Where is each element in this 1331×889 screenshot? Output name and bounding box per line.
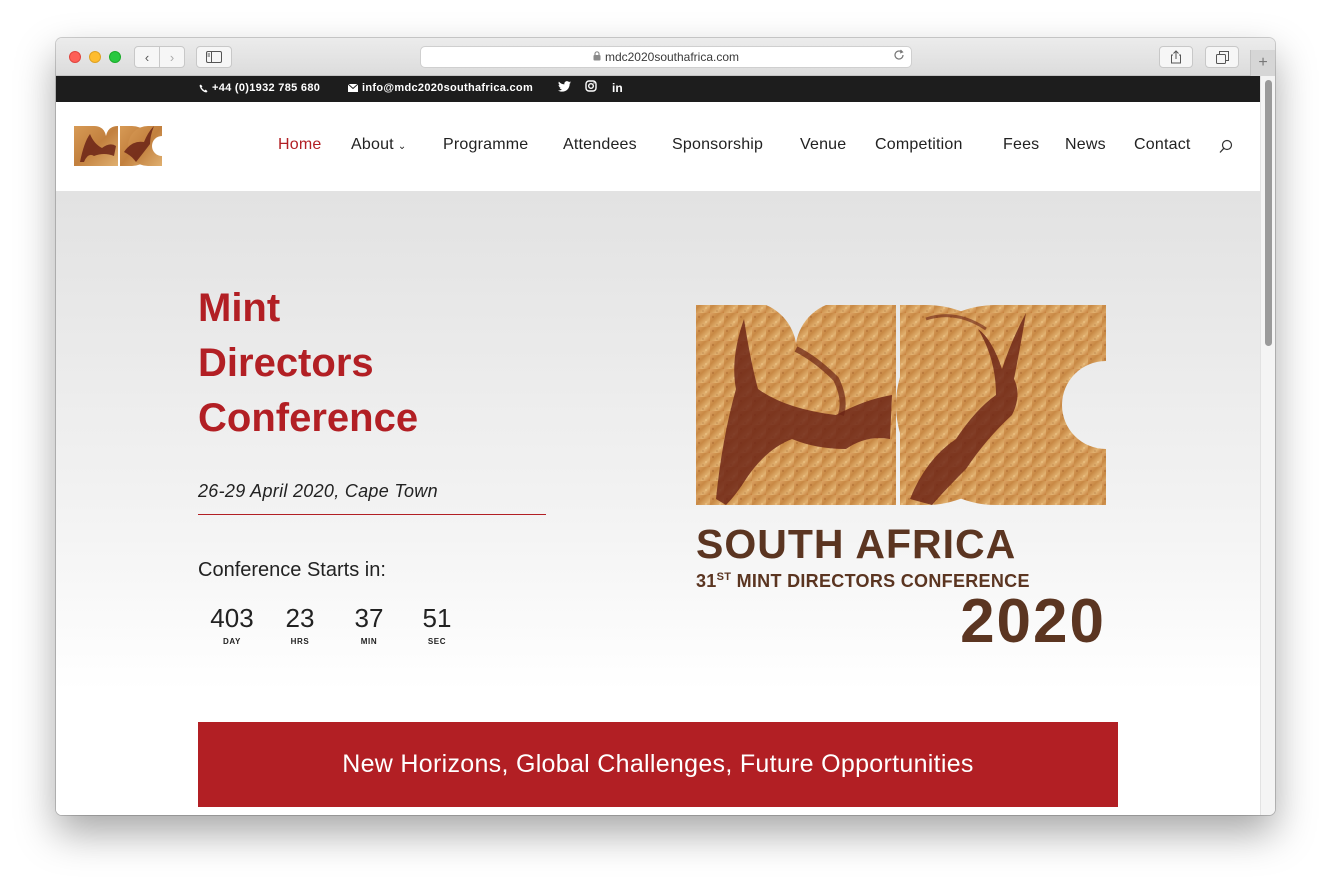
envelope-icon [348,84,358,92]
brand-year: 2020 [960,587,1106,656]
browser-window: ‹ › mdc2020southafrica.com + +44 (0)1932… [56,38,1275,815]
close-window-button[interactable] [69,51,81,63]
phone-number: +44 (0)1932 785 680 [212,82,321,94]
instagram-link[interactable] [585,80,597,95]
nav-home-label: Home [278,136,322,153]
address-text: mdc2020southafrica.com [604,50,740,64]
chevron-left-icon: ‹ [144,49,150,65]
countdown-minutes: 37 MIN [335,603,403,646]
theme-banner-text: New Horizons, Global Challenges, Future … [342,750,974,778]
sidebar-icon [206,51,222,63]
theme-banner: New Horizons, Global Challenges, Future … [198,722,1118,807]
countdown-unit: MIN [360,637,378,646]
tabs-icon [1215,50,1229,64]
nav-news[interactable]: News [1065,136,1106,154]
contact-topbar: +44 (0)1932 785 680 info@mdc2020southafr… [56,76,1260,102]
chevron-right-icon: › [169,49,175,65]
show-tabs-button[interactable] [1205,46,1239,68]
mdc-logo-mark [74,126,162,166]
site-header: Home About ⌄ Programme Attendees Sponsors… [56,102,1260,191]
event-date: 26-29 April 2020, Cape Town [198,481,438,501]
phone-contact[interactable]: +44 (0)1932 785 680 [199,82,320,94]
nav-home[interactable]: Home [278,136,321,154]
twitter-link[interactable] [558,80,571,95]
twitter-icon [558,81,571,92]
plus-icon: + [1258,54,1268,71]
countdown-value: 51 [422,603,452,633]
page-scrollbar[interactable] [1260,76,1275,815]
nav-sponsorship-label: Sponsorship [672,136,764,153]
hero-title-line: Mint [198,286,281,330]
brand-ordinal-number: 31 [696,571,717,591]
share-button[interactable] [1159,46,1193,68]
nav-venue-label: Venue [800,136,847,153]
new-tab-button[interactable]: + [1250,50,1275,76]
page-viewport: +44 (0)1932 785 680 info@mdc2020southafr… [56,76,1260,815]
countdown-unit: DAY [223,637,241,646]
nav-venue[interactable]: Venue [800,136,846,154]
countdown-label: Conference Starts in: [198,559,386,581]
email-address: info@mdc2020southafrica.com [362,82,534,94]
nav-programme[interactable]: Programme [443,136,528,154]
date-divider [198,514,546,515]
nav-attendees[interactable]: Attendees [563,136,637,154]
back-button[interactable]: ‹ [134,46,160,68]
hero-title-line: Conference [198,396,419,440]
email-contact[interactable]: info@mdc2020southafrica.com [348,82,533,94]
scrollbar-thumb[interactable] [1265,80,1272,346]
nav-sponsorship[interactable]: Sponsorship [672,136,763,154]
countdown-value: 37 [354,603,384,633]
phone-icon [199,83,208,93]
hero-title: Mint Directors Conference [198,281,518,446]
nav-fees[interactable]: Fees [1003,136,1039,154]
hero-section: Mint Directors Conference 26-29 April 20… [56,191,1260,815]
zoom-window-button[interactable] [109,51,121,63]
forward-button[interactable]: › [159,46,185,68]
nav-about[interactable]: About ⌄ [351,136,406,154]
brand-country: SOUTH AFRICA [696,521,1017,567]
nav-competition[interactable]: Competition [875,136,963,154]
linkedin-icon: in [612,81,623,95]
reload-button[interactable] [893,49,905,64]
search-icon [1219,139,1233,153]
search-button[interactable] [1218,138,1234,156]
site-logo[interactable] [74,122,162,170]
nav-programme-label: Programme [443,136,529,153]
nav-about-label: About [351,136,394,153]
nav-attendees-label: Attendees [563,136,637,153]
countdown-unit: SEC [427,637,447,646]
instagram-icon [585,80,597,92]
countdown-seconds: 51 SEC [403,603,471,646]
lock-icon [593,50,601,64]
chevron-down-icon: ⌄ [397,141,407,152]
countdown-hours: 23 HRS [266,603,334,646]
countdown-value: 403 [210,603,254,633]
mdc-conference-logo [696,305,1106,505]
linkedin-link[interactable]: in [612,81,623,95]
nav-contact[interactable]: Contact [1134,136,1191,154]
nav-competition-label: Competition [875,136,963,153]
countdown-value: 23 [285,603,315,633]
minimize-window-button[interactable] [89,51,101,63]
nav-news-label: News [1065,136,1106,153]
countdown-days: 403 DAY [198,603,266,646]
hero-title-line: Directors [198,341,374,385]
countdown-unit: HRS [290,637,310,646]
brand-ordinal-suffix: ST [716,571,732,583]
sidebar-toggle-button[interactable] [196,46,232,68]
reload-icon [894,49,904,60]
nav-contact-label: Contact [1134,136,1191,153]
share-icon [1171,50,1181,64]
nav-fees-label: Fees [1003,136,1040,153]
address-bar[interactable]: mdc2020southafrica.com [420,46,912,68]
browser-titlebar: ‹ › mdc2020southafrica.com + [56,38,1275,76]
